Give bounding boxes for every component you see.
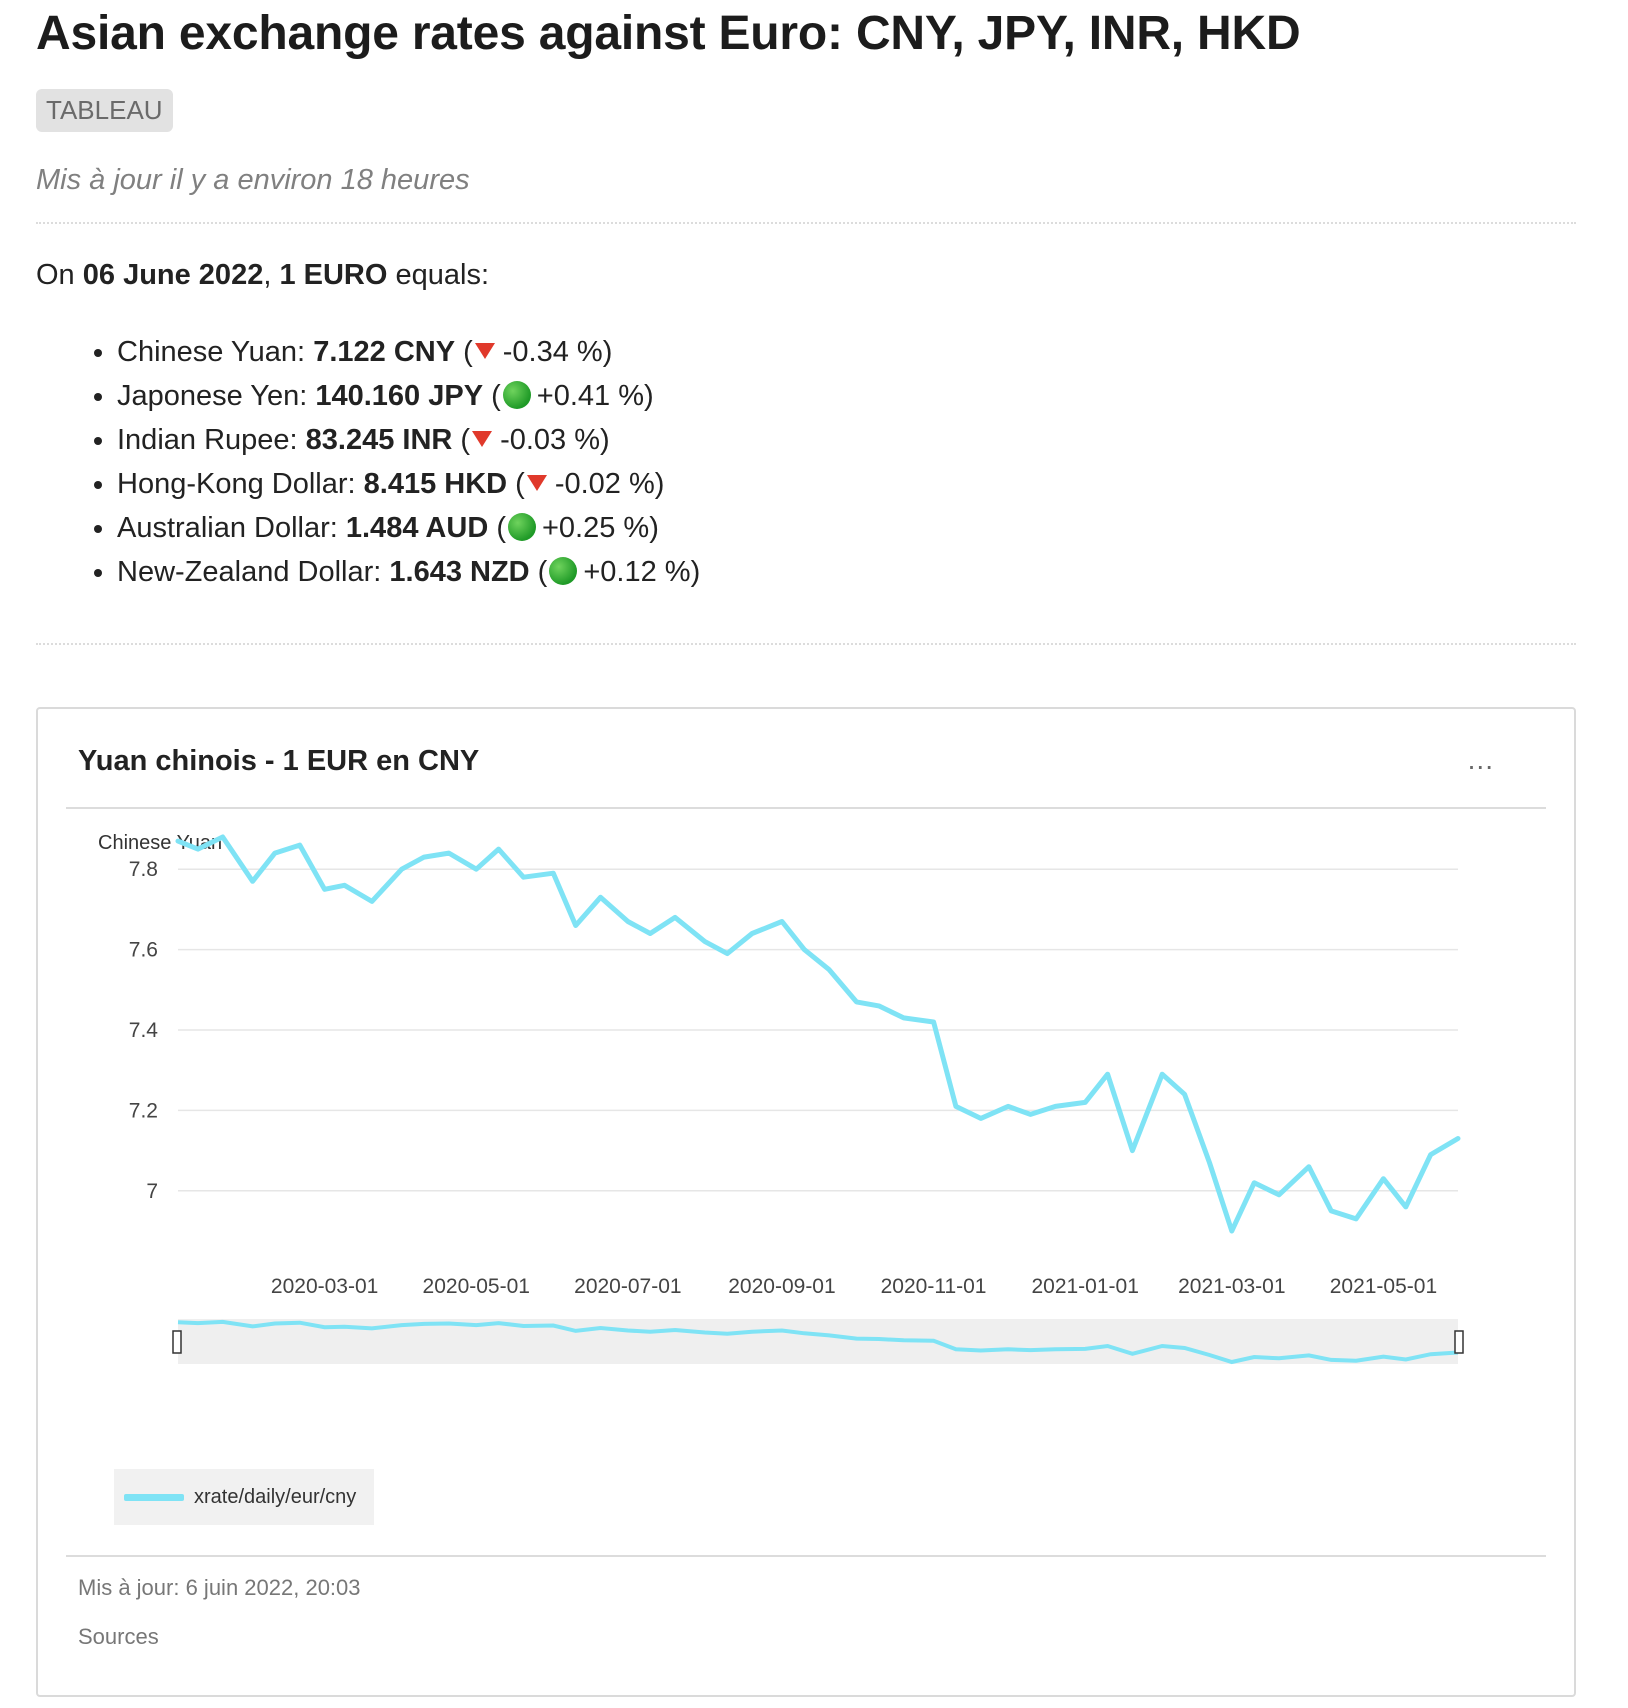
rate-value: 1.643 NZD [389,556,530,588]
range-handle-right[interactable] [1454,1330,1464,1354]
rate-item: Indian Rupee: 83.245 INR ( -0.03 %) [117,418,700,462]
rate-label: Australian Dollar: [117,512,346,544]
intro-sep: , [263,259,280,291]
legend-swatch [124,1493,184,1501]
rate-paren: ) [600,424,610,456]
chart-card: Yuan chinois - 1 EUR en CNY ... Chinese … [36,707,1576,1697]
y-tick-label: 7 [146,1180,158,1203]
x-tick-label: 2020-11-01 [881,1275,987,1298]
rate-change: +0.12 % [583,556,691,588]
x-tick-label: 2021-05-01 [1330,1275,1437,1298]
rate-paren: ( [452,424,471,456]
y-axis-title: Chinese Yuan [98,832,222,854]
rate-value: 83.245 INR [305,424,453,456]
card-footer-rule [66,1555,1546,1557]
rate-item: New-Zealand Dollar: 1.643 NZD ( +0.12 %) [117,550,700,594]
rate-change: -0.34 % [502,336,603,368]
x-tick-label: 2020-07-01 [574,1275,681,1298]
y-tick-label: 7.8 [129,858,158,881]
rate-paren: ) [602,336,613,368]
red-down-triangle-icon [472,431,493,448]
x-tick-label: 2020-05-01 [423,1275,530,1298]
intro-suffix: equals: [387,259,490,291]
rate-item: Australian Dollar: 1.484 AUD ( +0.25 %) [117,506,700,550]
rate-change: +0.25 % [541,512,650,544]
y-tick-label: 7.6 [129,939,158,962]
series-line [175,834,1461,1234]
updated-time: Mis à jour il y a environ 18 heures [36,164,470,196]
range-handle-left[interactable] [172,1330,182,1354]
rate-value: 7.122 CNY [313,336,456,368]
rate-label: Japonese Yen: [117,380,316,412]
green-circle-icon [507,512,536,541]
rates-list: Chinese Yuan: 7.122 CNY (-0.34 %)Japones… [81,330,700,594]
rate-paren: ( [455,336,473,368]
rate-paren: ) [690,556,701,588]
legend-label: xrate/daily/eur/cny [194,1485,357,1508]
rate-paren: ) [649,512,659,544]
rate-change: -0.03 % [500,424,601,456]
page-title: Asian exchange rates against Euro: CNY, … [36,7,1301,60]
rate-paren: ( [488,512,506,544]
rate-paren: ) [644,380,654,412]
rate-value: 8.415 HKD [363,468,508,500]
rate-item: Chinese Yuan: 7.122 CNY ( -0.34 %) [117,330,700,374]
green-circle-icon [502,380,531,409]
red-down-triangle-icon [526,475,547,492]
sources-link[interactable]: Sources [78,1624,159,1650]
rate-change: +0.41 % [536,380,645,412]
rate-paren: ) [654,468,665,500]
intro-prefix: On [36,259,83,291]
rate-label: New-Zealand Dollar: [117,556,390,588]
rate-item: Japonese Yen: 140.160 JPY ( +0.41 %) [117,374,700,418]
intro-text: On 06 June 2022, 1 EURO equals: [36,259,489,292]
exchange-rate-chart[interactable]: Chinese Yuan 7 7.2 7.4 7.6 7.8 2020-03-01 2020-… [38,709,1574,1449]
x-tick-label: 2020-03-01 [271,1275,378,1298]
divider-top [36,222,1576,224]
y-tick-label: 7.4 [129,1019,159,1042]
legend-item[interactable]: xrate/daily/eur/cny [114,1469,374,1525]
x-tick-label: 2020-09-01 [728,1275,835,1298]
green-circle-icon [549,556,578,585]
red-down-triangle-icon [474,343,495,360]
rate-label: Chinese Yuan: [117,336,314,368]
rate-label: Hong-Kong Dollar: [117,468,364,500]
rate-paren: ( [483,380,501,412]
intro-amount: 1 EURO [279,259,388,291]
x-tick-label: 2021-01-01 [1031,1275,1138,1298]
rate-paren: ( [507,468,525,500]
rate-value: 1.484 AUD [345,512,489,544]
chart-updated-time: Mis à jour: 6 juin 2022, 20:03 [78,1575,361,1600]
rate-label: Indian Rupee: [117,424,306,456]
rate-item: Hong-Kong Dollar: 8.415 HKD ( -0.02 %) [117,462,700,506]
intro-date: 06 June 2022 [82,259,264,291]
x-tick-label: 2021-03-01 [1178,1275,1285,1298]
rate-paren: ( [529,556,548,588]
category-tag[interactable]: TABLEAU [36,89,173,132]
rate-value: 140.160 JPY [315,380,484,412]
rate-change: -0.02 % [554,468,655,500]
y-tick-label: 7.2 [129,1099,158,1122]
divider-bottom [36,643,1576,645]
